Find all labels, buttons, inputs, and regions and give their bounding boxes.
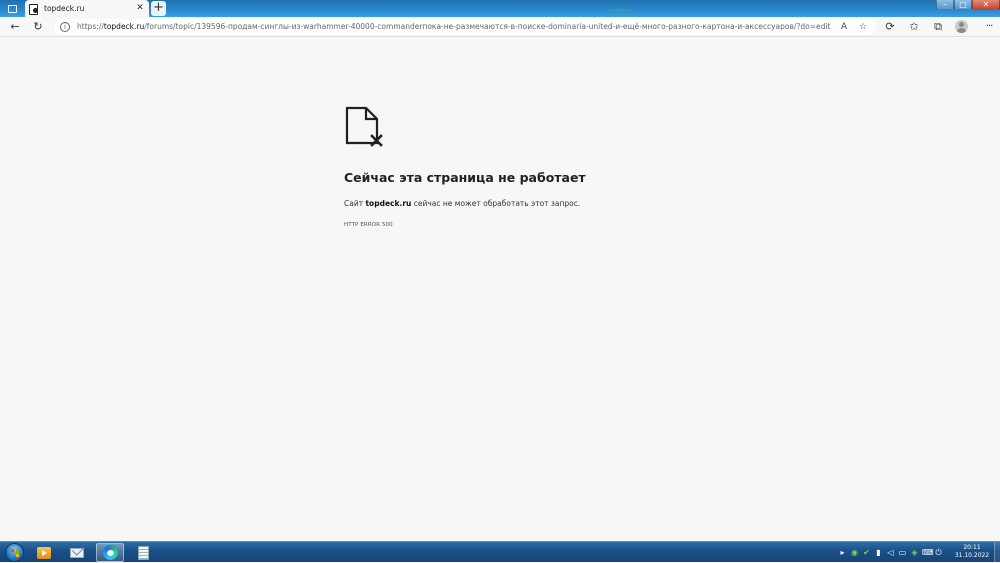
error-desc-prefix: Сайт <box>344 199 366 208</box>
back-button[interactable]: ← <box>8 20 22 34</box>
clock[interactable]: 20:11 31.10.2022 <box>952 544 992 560</box>
settings-menu-icon[interactable]: ··· <box>983 20 995 34</box>
maximize-button[interactable]: □ <box>954 0 972 10</box>
error-desc-suffix: сейчас не может обработать этот запрос. <box>411 199 581 208</box>
clock-time: 20:11 <box>963 544 981 551</box>
tray-network-status-icon[interactable]: ◉ <box>850 548 859 557</box>
extensions-icon[interactable]: ⟳ <box>883 20 897 34</box>
tray-keyboard-icon[interactable]: ⌨ <box>922 548 934 557</box>
tray-antivirus-icon[interactable]: ✔ <box>862 548 871 557</box>
url-scheme: https:// <box>77 22 104 31</box>
read-aloud-icon[interactable]: A <box>838 21 850 33</box>
url-host: topdeck.ru <box>103 22 145 31</box>
tray-power-icon[interactable]: ⏻ <box>934 548 943 557</box>
error-title: Сейчас эта страница не работает <box>344 170 586 185</box>
tab-actions-icon <box>7 4 17 13</box>
error-description: Сайт topdeck.ru сейчас не может обработа… <box>344 199 580 208</box>
tray-signal-icon[interactable]: ▮ <box>874 548 883 557</box>
edge-icon <box>102 545 118 560</box>
profile-avatar-icon[interactable] <box>955 20 968 33</box>
error-code: HTTP ERROR 500 <box>344 222 393 228</box>
tray-volume-icon[interactable]: ◁ <box>886 548 895 557</box>
windows-logo-icon <box>5 543 24 562</box>
tray-show-hidden-icon[interactable]: ▸ <box>838 548 847 557</box>
taskbar-notes[interactable] <box>129 543 157 562</box>
taskbar-media-player[interactable] <box>30 543 58 562</box>
address-url[interactable]: https://topdeck.ru/forums/topic/139596-п… <box>77 19 836 35</box>
collections-icon[interactable]: ⧉ <box>931 20 945 34</box>
favorites-icon[interactable]: ✩ <box>907 20 921 34</box>
tab-actions-button[interactable] <box>4 2 20 15</box>
media-player-icon <box>37 546 51 559</box>
taskbar-edge[interactable] <box>96 543 124 562</box>
tray-battery-icon[interactable]: ▭ <box>898 548 907 557</box>
tab-strip: topdeck.ru ✕ + – □ ✕ <box>0 0 1000 17</box>
error-desc-host: topdeck.ru <box>365 199 412 208</box>
mail-icon <box>70 547 84 558</box>
system-tray: ▸ ◉ ✔ ▮ ◁ ▭ ◈ ⌨ ⏻ <box>838 546 943 559</box>
taskbar: ▸ ◉ ✔ ▮ ◁ ▭ ◈ ⌨ ⏻ 20:11 31.10.2022 <box>0 541 1000 563</box>
new-tab-button[interactable]: + <box>151 1 166 16</box>
window-controls: – □ ✕ <box>936 0 1000 10</box>
browser-toolbar: ← ↻ i https://topdeck.ru/forums/topic/13… <box>0 17 1000 37</box>
taskbar-mail[interactable] <box>63 543 91 562</box>
url-path: /forums/topic/139596-продам-синглы-из-wa… <box>144 22 831 31</box>
address-bar[interactable]: i https://topdeck.ru/forums/topic/139596… <box>54 19 876 35</box>
show-desktop-button[interactable] <box>994 542 1000 563</box>
minimize-button[interactable]: – <box>936 0 954 10</box>
tray-nvidia-icon[interactable]: ◈ <box>910 548 919 557</box>
broken-document-icon <box>345 106 383 147</box>
tab-topdeck[interactable]: topdeck.ru ✕ <box>25 0 149 17</box>
site-info-icon[interactable]: i <box>60 22 70 32</box>
desktop-wallpaper <box>0 0 1000 17</box>
close-window-button[interactable]: ✕ <box>972 0 1000 10</box>
reload-button[interactable]: ↻ <box>31 20 45 34</box>
notes-icon <box>137 545 149 560</box>
broken-page-favicon-icon <box>29 4 38 15</box>
tab-title: topdeck.ru <box>44 4 85 13</box>
close-tab-icon[interactable]: ✕ <box>135 4 145 13</box>
start-button[interactable] <box>2 542 26 563</box>
clock-date: 31.10.2022 <box>954 552 990 559</box>
add-favorite-icon[interactable]: ☆ <box>857 21 869 33</box>
